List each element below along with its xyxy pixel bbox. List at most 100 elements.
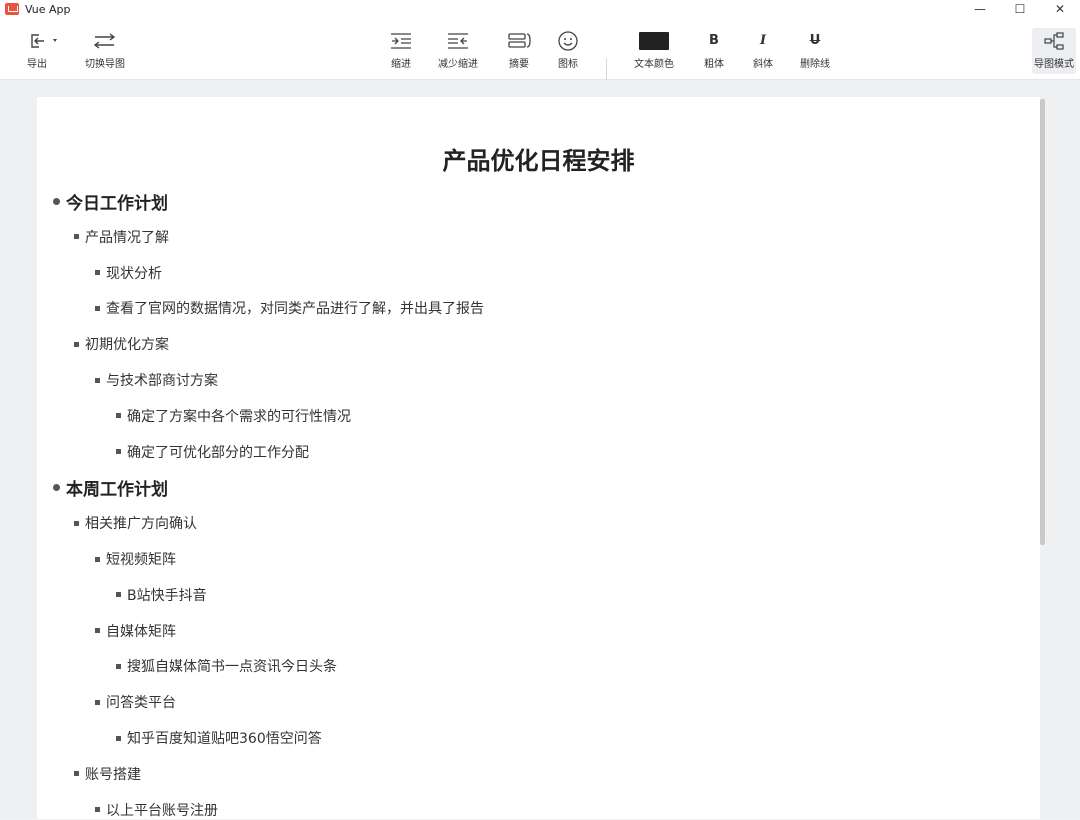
- indent-icon: [391, 33, 411, 49]
- bullet-icon: [53, 198, 60, 205]
- bullet-icon: [74, 771, 79, 777]
- mind-map-mode-button[interactable]: 导图模式: [1032, 28, 1076, 74]
- minimize-button[interactable]: —: [960, 0, 1000, 18]
- outline-item[interactable]: 查看了官网的数据情况，对同类产品进行了解，并出具了报告: [95, 298, 484, 318]
- outline-item-text: 问答类平台: [106, 695, 176, 712]
- summary-button[interactable]: 摘要: [507, 30, 531, 70]
- italic-label: 斜体: [753, 59, 773, 70]
- outline-item[interactable]: 与技术部商讨方案: [95, 370, 218, 390]
- toolbar-divider: [606, 58, 607, 80]
- bold-label: 粗体: [704, 59, 724, 70]
- outline-item-text: 初期优化方案: [85, 337, 169, 354]
- italic-button[interactable]: I 斜体: [753, 30, 773, 70]
- outline-item-text: 短视频矩阵: [106, 552, 176, 568]
- bullet-icon: [116, 413, 121, 419]
- window-title: Vue App: [25, 2, 71, 16]
- title-bar: Vue App — ☐ ✕: [0, 0, 1080, 18]
- bullet-icon: [116, 449, 121, 455]
- bullet-icon: [116, 735, 121, 741]
- outdent-label: 减少缩进: [438, 59, 478, 70]
- switch-map-button[interactable]: 切换导图: [85, 30, 125, 70]
- text-color-button[interactable]: 文本颜色: [634, 30, 674, 70]
- outline-item-text: 相关推广方向确认: [85, 516, 197, 533]
- outline-item-text: 确定了可优化部分的工作分配: [127, 444, 309, 461]
- close-button[interactable]: ✕: [1040, 0, 1080, 18]
- bullet-icon: [74, 234, 79, 240]
- bullet-icon: [95, 377, 100, 383]
- toolbar: 导出 切换导图 缩进 减少缩进 摘要 图标 文本颜色 B 粗体 I 斜体 U 删…: [0, 18, 1080, 80]
- outline-item-text: 以上平台账号注册: [106, 802, 218, 819]
- outline-item[interactable]: 以上平台账号注册: [95, 800, 218, 820]
- bullet-icon: [116, 663, 121, 669]
- outline-item[interactable]: 产品情况了解: [74, 227, 169, 247]
- outline-item[interactable]: 初期优化方案: [74, 334, 169, 354]
- mindmap-icon: [1044, 32, 1064, 50]
- outline-item-text: 账号搭建: [85, 766, 141, 783]
- vertical-scrollbar[interactable]: [1040, 99, 1045, 545]
- outline-item[interactable]: 确定了可优化部分的工作分配: [116, 442, 309, 462]
- bullet-icon: [74, 520, 79, 526]
- outline-document[interactable]: 产品优化日程安排 今日工作计划产品情况了解现状分析查看了官网的数据情况，对同类产…: [37, 97, 1040, 819]
- outline-item-text: 现状分析: [106, 265, 162, 282]
- summary-icon: [508, 33, 531, 48]
- app-logo-icon: [5, 3, 19, 15]
- bullet-icon: [95, 270, 100, 276]
- outline-item[interactable]: B站快手抖音: [116, 585, 207, 605]
- outline-item[interactable]: 相关推广方向确认: [74, 513, 197, 533]
- bullet-icon: [116, 592, 121, 598]
- bullet-icon: [95, 556, 100, 562]
- indent-label: 缩进: [391, 59, 411, 70]
- outline-item-text: 产品情况了解: [85, 229, 169, 246]
- bullet-icon: [95, 699, 100, 705]
- outdent-button[interactable]: 减少缩进: [438, 30, 478, 70]
- text-color-label: 文本颜色: [634, 59, 674, 70]
- outline-item[interactable]: 问答类平台: [95, 692, 176, 712]
- maximize-button[interactable]: ☐: [1000, 0, 1040, 18]
- indent-button[interactable]: 缩进: [389, 30, 413, 70]
- icon-button[interactable]: 图标: [557, 30, 579, 70]
- text-color-swatch: [639, 32, 669, 50]
- bullet-icon: [74, 341, 79, 347]
- window-controls: — ☐ ✕: [960, 0, 1080, 18]
- bold-button[interactable]: B 粗体: [704, 30, 724, 70]
- strikethrough-button[interactable]: U 删除线: [800, 30, 830, 70]
- bullet-icon: [95, 807, 100, 813]
- editor-canvas: 产品优化日程安排 今日工作计划产品情况了解现状分析查看了官网的数据情况，对同类产…: [0, 81, 1080, 819]
- outline-item-text: 与技术部商讨方案: [106, 373, 218, 389]
- outline-item-text: 自媒体矩阵: [106, 623, 176, 640]
- swap-icon: [93, 33, 116, 49]
- switch-map-label: 切换导图: [85, 59, 125, 70]
- outline-item[interactable]: 账号搭建: [74, 764, 141, 784]
- smiley-icon: [558, 31, 578, 51]
- summary-label: 摘要: [509, 59, 529, 70]
- outline-item[interactable]: 现状分析: [95, 263, 162, 283]
- mind-map-mode-label: 导图模式: [1034, 59, 1074, 70]
- export-label: 导出: [27, 59, 47, 70]
- outline-item[interactable]: 搜狐自媒体简书一点资讯今日头条: [116, 656, 337, 676]
- outline-item-text: 本周工作计划: [66, 480, 168, 501]
- outline-item-text: B站快手抖音: [127, 587, 207, 604]
- export-button[interactable]: 导出: [26, 30, 62, 70]
- document-title[interactable]: 产品优化日程安排: [37, 141, 1040, 176]
- bold-icon: B: [709, 33, 719, 48]
- icon-label: 图标: [558, 59, 578, 70]
- outline-item[interactable]: 短视频矩阵: [95, 549, 176, 569]
- outline-heading[interactable]: 本周工作计划: [53, 475, 168, 500]
- bullet-icon: [53, 484, 60, 492]
- outline-item-text: 确定了方案中各个需求的可行性情况: [127, 408, 351, 425]
- outline-item-text: 知乎百度知道贴吧360悟空问答: [127, 731, 322, 747]
- outline-heading[interactable]: 今日工作计划: [53, 189, 168, 214]
- bullet-icon: [95, 305, 100, 311]
- bullet-icon: [95, 628, 100, 634]
- outdent-icon: [448, 33, 468, 49]
- strikethrough-label: 删除线: [800, 59, 830, 70]
- export-icon: [31, 34, 57, 48]
- outline-item-text: 搜狐自媒体简书一点资讯今日头条: [127, 659, 337, 676]
- outline-item-text: 今日工作计划: [66, 194, 168, 214]
- outline-item[interactable]: 确定了方案中各个需求的可行性情况: [116, 406, 351, 426]
- outline-item[interactable]: 知乎百度知道贴吧360悟空问答: [116, 728, 322, 748]
- outline-item-text: 查看了官网的数据情况，对同类产品进行了解，并出具了报告: [106, 301, 484, 318]
- italic-icon: I: [759, 33, 767, 48]
- strikethrough-icon: U: [809, 33, 821, 48]
- outline-item[interactable]: 自媒体矩阵: [95, 621, 176, 641]
